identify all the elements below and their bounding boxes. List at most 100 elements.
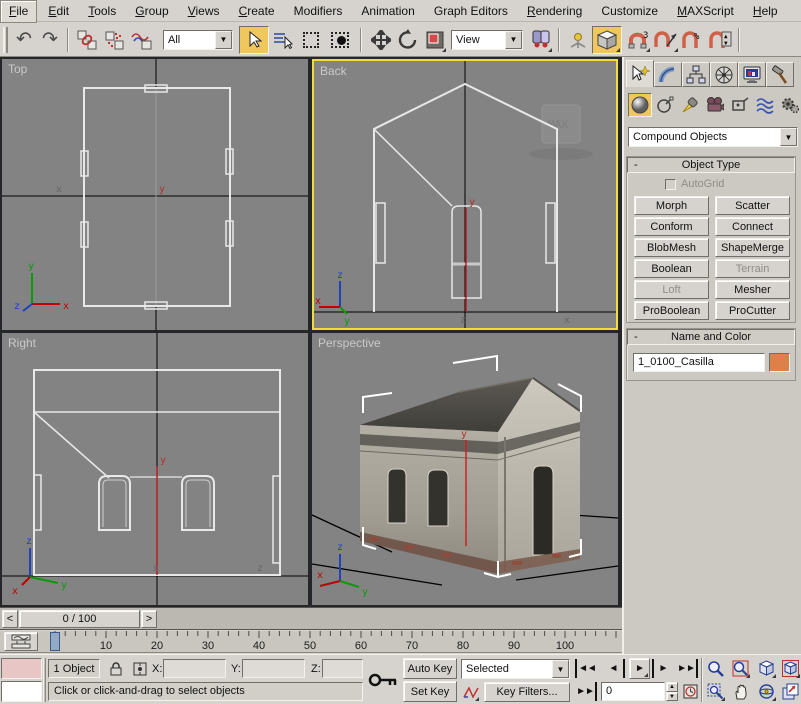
viewport-right[interactable]: y x z z y x Right [2,333,308,605]
auto-key-button[interactable]: Auto Key [403,658,457,679]
field-of-view-region-zoom-button[interactable] [705,681,726,702]
maxscript-listener-white[interactable] [1,681,42,702]
menu-graph-editors[interactable]: Graph Editors [426,1,516,22]
selection-set-dropdown[interactable]: Selected ▼ [461,659,570,679]
viewport-back-active[interactable]: MAX y z x z x y Back [312,59,618,330]
category-geometry-button[interactable] [628,93,652,117]
dropdown-arrow-icon[interactable]: ▼ [552,660,569,678]
connect-button[interactable]: Connect [715,217,790,236]
boolean-button[interactable]: Boolean [634,259,709,278]
play-animation-button[interactable]: ► [629,658,650,679]
blobmesh-button[interactable]: BlobMesh [634,238,709,257]
dropdown-arrow-icon[interactable]: ▼ [505,31,522,49]
y-coordinate-field[interactable] [242,659,305,678]
select-and-scale-button[interactable] [422,27,447,53]
toolbar-grip[interactable] [3,27,8,53]
name-color-rollout-header[interactable]: - Name and Color [627,329,795,345]
percent-snap-toggle-button[interactable]: % [679,27,706,53]
use-pivot-center-button[interactable] [527,27,553,53]
select-by-name-button[interactable] [269,27,297,53]
object-color-swatch[interactable] [769,353,790,372]
rollout-collapse-icon[interactable]: - [634,158,638,172]
menu-help[interactable]: Help [745,1,786,22]
tab-create[interactable] [626,60,654,87]
object-type-rollout-header[interactable]: - Object Type [627,157,795,173]
arc-rotate-button[interactable] [756,681,777,702]
viewport-top[interactable]: x y y x z Top [2,59,308,330]
window-crossing-toggle-button[interactable] [325,27,355,53]
listener-splitter[interactable] [43,658,46,702]
key-mode-toggle-button[interactable]: ►► [575,682,597,701]
go-to-end-button[interactable]: ►► [676,659,698,678]
object-name-field[interactable]: 1_0100_Casilla [633,353,765,372]
category-shapes-button[interactable] [653,93,677,117]
menu-edit[interactable]: Edit [40,1,77,22]
spinner-up-button[interactable]: ▲ [666,682,678,692]
undo-button[interactable]: ↶ [11,27,37,53]
time-configuration-button[interactable] [681,682,700,701]
snap-3d-toggle-button[interactable]: 3 [624,27,651,53]
viewport-right-label[interactable]: Right [8,336,36,350]
pan-view-button[interactable] [730,681,751,702]
menu-animation[interactable]: Animation [353,1,422,22]
snaps-toggle-button[interactable] [592,26,622,54]
maxscript-listener-pink[interactable] [1,658,42,679]
proboolean-button[interactable]: ProBoolean [634,301,709,320]
menu-group[interactable]: Group [127,1,176,22]
spinner-down-button[interactable]: ▼ [666,692,678,701]
zoom-button[interactable] [705,658,726,679]
frame-spinner[interactable]: ▲ ▼ [666,682,678,701]
menu-rendering[interactable]: Rendering [519,1,590,22]
subcategory-dropdown[interactable]: Compound Objects ▼ [628,127,798,147]
menu-maxscript[interactable]: MAXScript [669,1,742,22]
open-mini-curve-editor-button[interactable] [4,632,38,651]
select-and-link-button[interactable] [73,27,100,53]
key-filters-button[interactable]: Key Filters... [484,682,570,702]
category-space-warps-button[interactable] [753,93,777,117]
category-cameras-button[interactable] [703,93,727,117]
zoom-extents-all-button[interactable] [780,658,801,679]
track-bar-ruler[interactable]: 0 10 20 30 40 50 60 70 80 90 100 [40,631,622,653]
category-helpers-button[interactable] [728,93,752,117]
menu-modifiers[interactable]: Modifiers [286,1,351,22]
viewport-top-label[interactable]: Top [8,62,27,76]
tab-motion[interactable] [710,62,738,87]
viewport-perspective-label[interactable]: Perspective [318,336,381,350]
morph-button[interactable]: Morph [634,196,709,215]
reference-coordinate-dropdown[interactable]: View ▼ [451,30,523,50]
procutter-button[interactable]: ProCutter [715,301,790,320]
scatter-button[interactable]: Scatter [715,196,790,215]
autogrid-checkbox[interactable] [665,179,676,190]
conform-button[interactable]: Conform [634,217,709,236]
default-tangent-button[interactable] [461,682,480,702]
tab-modify[interactable] [654,62,682,87]
bind-to-space-warp-button[interactable] [127,27,157,53]
track-bar-frame-indicator[interactable] [50,632,60,651]
rollout-collapse-icon[interactable]: - [634,330,638,344]
menu-views[interactable]: Views [180,1,228,22]
spinner-snap-toggle-button[interactable]: ▲▼ [706,27,734,53]
track-bar[interactable]: 0 10 20 30 40 50 60 70 80 90 100 [0,631,622,653]
angle-snap-toggle-button[interactable] [651,27,679,53]
tab-display[interactable] [738,62,766,87]
mesher-button[interactable]: Mesher [715,280,790,299]
current-frame-field[interactable]: 0 [601,682,665,701]
tab-hierarchy[interactable] [682,62,710,87]
z-coordinate-field[interactable] [322,659,363,678]
time-slider-handle[interactable]: 0 / 100 [19,610,140,628]
previous-frame-button[interactable]: ◄ [603,659,625,678]
zoom-all-button[interactable] [730,658,751,679]
menu-create[interactable]: Create [231,1,283,22]
unlink-selection-button[interactable] [100,27,127,53]
viewport-perspective[interactable]: y z x y Perspective [312,333,618,605]
go-to-start-button[interactable]: ◄◄ [575,659,597,678]
selection-lock-toggle-button[interactable] [106,659,125,678]
set-key-button[interactable]: Set Key [403,681,457,702]
x-coordinate-field[interactable] [163,659,226,678]
maximize-viewport-toggle-button[interactable] [780,681,801,702]
menu-customize[interactable]: Customize [593,1,666,22]
set-keys-button[interactable] [366,660,400,700]
tab-utilities[interactable] [766,62,794,87]
menu-file[interactable]: File [0,0,37,23]
next-frame-button[interactable]: ► [652,659,672,678]
